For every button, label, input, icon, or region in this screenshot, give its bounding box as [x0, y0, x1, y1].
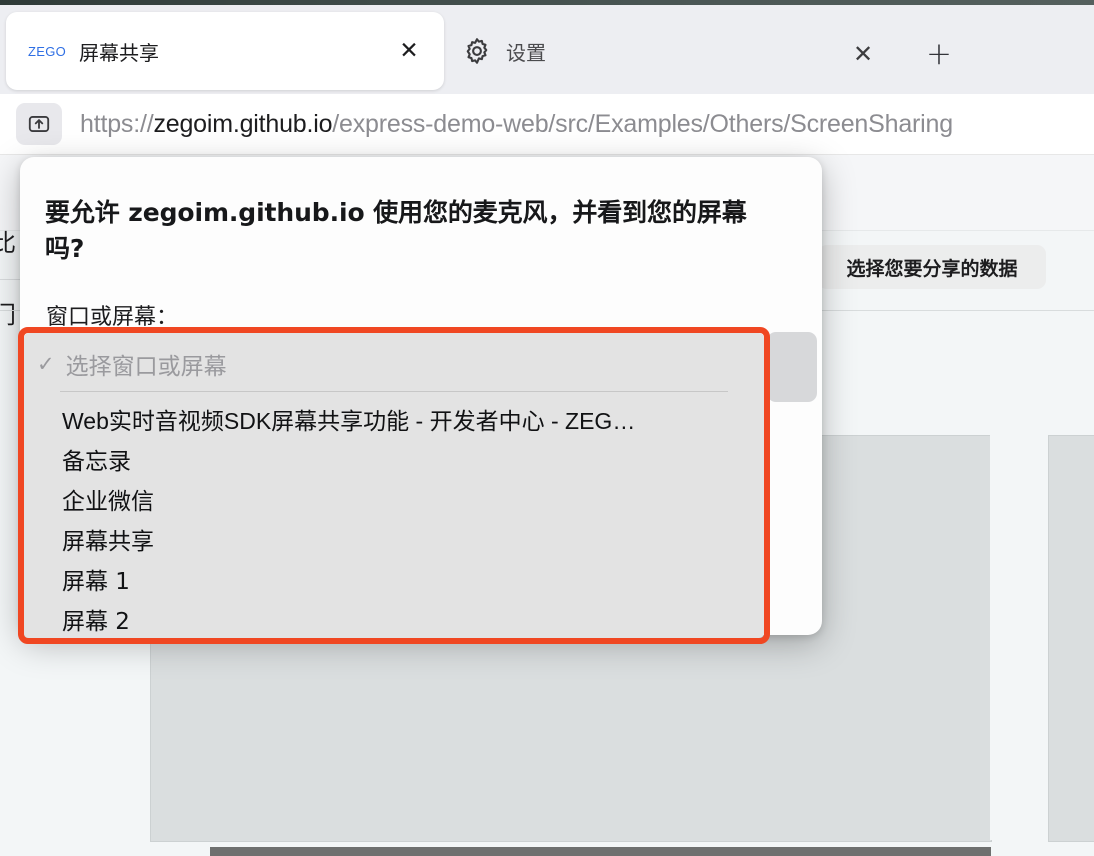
select-share-data-button[interactable]: 选择您要分享的数据 — [818, 245, 1046, 289]
url-path: /express-demo-web/src/Examples/Others/Sc… — [332, 109, 953, 138]
tab-settings[interactable]: 设置 — [462, 12, 792, 90]
remote-video-panel — [1048, 435, 1094, 842]
dropdown-option[interactable]: 屏幕共享 — [24, 519, 764, 559]
browser-tab-bar: ZEGO 屏幕共享 ✕ 设置 ✕ + — [0, 5, 1094, 94]
close-icon[interactable]: ✕ — [396, 38, 422, 64]
dropdown-option[interactable]: 屏幕 1 — [24, 559, 764, 599]
upload-icon[interactable] — [16, 103, 62, 145]
tab-title-settings: 设置 — [506, 40, 546, 65]
permission-dialog-title: 要允许 zegoim.github.io 使用您的麦克风，并看到您的屏幕吗? — [45, 198, 747, 263]
dropdown-placeholder[interactable]: ✓ 选择窗口或屏幕 — [24, 341, 764, 387]
gear-icon — [462, 36, 492, 66]
tab-screen-sharing[interactable]: ZEGO 屏幕共享 ✕ — [6, 12, 444, 90]
dropdown-option[interactable]: 企业微信 — [24, 479, 764, 519]
dialog-secondary-button-partial[interactable] — [767, 332, 817, 402]
dropdown-option[interactable]: 备忘录 — [24, 439, 764, 479]
url-scheme: https:// — [80, 109, 154, 138]
window-or-screen-dropdown[interactable]: ✓ 选择窗口或屏幕 Web实时音视频SDK屏幕共享功能 - 开发者中心 - ZE… — [24, 333, 764, 638]
dropdown-option-list: Web实时音视频SDK屏幕共享功能 - 开发者中心 - ZEG… 备忘录 企业微信屏… — [24, 399, 764, 638]
capture-controls-strip: Publish StreamID 0033 Start Screen Captu… — [210, 847, 991, 856]
new-tab-button[interactable]: + — [922, 37, 956, 71]
dropdown-placeholder-label: 选择窗口或屏幕 — [65, 354, 227, 380]
url-host: zegoim.github.io — [153, 109, 333, 138]
address-bar[interactable]: https://zegoim.github.io/express-demo-we… — [0, 94, 1094, 154]
panel-gap — [990, 435, 1048, 840]
page-left-label-1: 比 — [0, 229, 16, 257]
dropdown-divider — [60, 391, 728, 392]
tab-title-active: 屏幕共享 — [79, 40, 160, 65]
dropdown-option[interactable]: Web实时音视频SDK屏幕共享功能 - 开发者中心 - ZEG… — [24, 399, 764, 439]
checkmark-icon: ✓ — [37, 352, 55, 376]
dropdown-option[interactable]: 屏幕 2 — [24, 599, 764, 638]
close-icon-settings-tab[interactable]: ✕ — [848, 39, 878, 69]
url-text[interactable]: https://zegoim.github.io/express-demo-we… — [80, 110, 953, 139]
page-left-label-2: 门 — [0, 301, 16, 329]
zego-favicon: ZEGO — [28, 43, 67, 59]
